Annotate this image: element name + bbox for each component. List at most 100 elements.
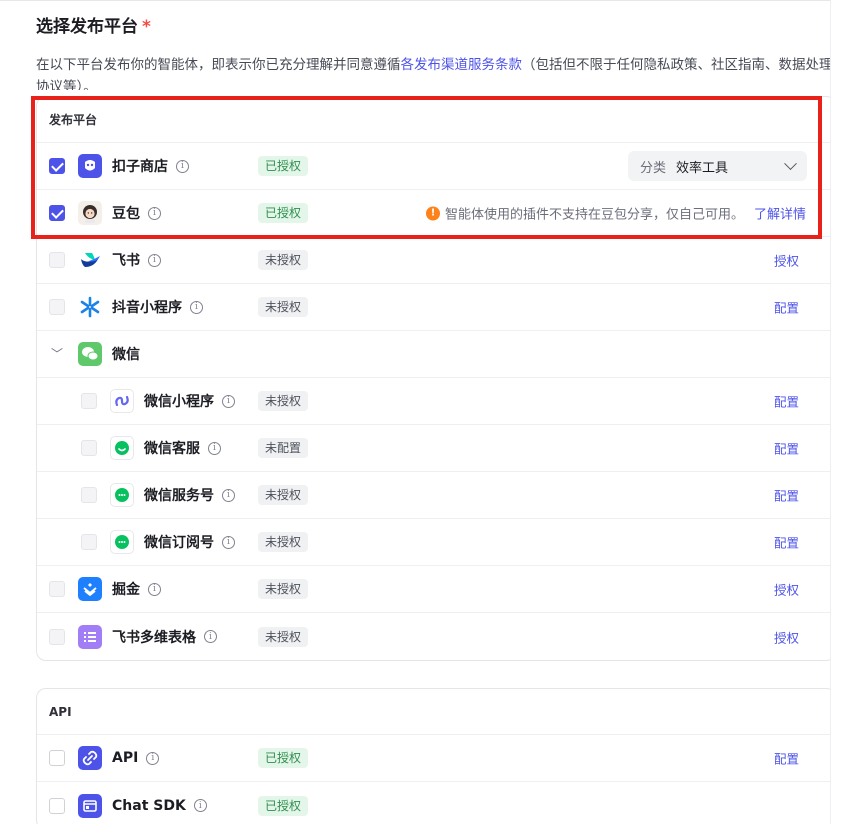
- wechat-subscription-name: 微信订阅号 i: [144, 532, 235, 552]
- configure-button[interactable]: 配置: [774, 486, 799, 505]
- douyin-mini-label: 抖音小程序: [112, 297, 182, 317]
- info-icon[interactable]: i: [176, 160, 189, 173]
- api-label: API: [112, 750, 138, 766]
- api-icon: [78, 746, 102, 770]
- info-icon[interactable]: i: [222, 489, 235, 502]
- api-checkbox[interactable]: [49, 750, 65, 766]
- info-icon[interactable]: i: [208, 442, 221, 455]
- platform-row-kouzi-store: 扣子商店i 已授权 分类 效率工具: [37, 143, 835, 190]
- wechat-mini-name: 微信小程序 i: [144, 391, 235, 411]
- chat-sdk-icon: [78, 794, 102, 818]
- status-badge: 未授权: [258, 250, 308, 270]
- wechat-service-checkbox[interactable]: [81, 487, 97, 503]
- kouzi-store-name: 扣子商店i: [112, 156, 189, 176]
- platform-row-wechat-mini: 微信小程序i 未授权 配置: [37, 378, 835, 425]
- wechat-label: 微信: [112, 344, 140, 364]
- required-mark: *: [142, 17, 151, 37]
- info-icon[interactable]: i: [222, 395, 235, 408]
- terms-description: 在以下平台发布你的智能体，即表示你已充分理解并同意遵循各发布渠道服务条款（包括但…: [36, 54, 836, 90]
- status-badge: 已授权: [258, 748, 308, 768]
- wechat-mini-program-icon: [110, 389, 134, 413]
- platform-row-wechat-subscription: 微信订阅号 i 未授权 配置: [37, 519, 835, 566]
- platform-group-wechat[interactable]: ﹀ 微信: [37, 331, 835, 378]
- wechat-mini-checkbox[interactable]: [81, 393, 97, 409]
- page-title-text: 选择发布平台: [36, 17, 138, 37]
- wechat-kefu-checkbox[interactable]: [81, 440, 97, 456]
- kouzi-store-checkbox[interactable]: [49, 158, 65, 174]
- wechat-service-label: 微信服务号: [144, 485, 214, 505]
- chat-sdk-row: Chat SDK i 已授权: [37, 782, 835, 824]
- platform-row-feishu-bitable: 飞书多维表格i 未授权 授权: [37, 613, 835, 660]
- platform-row-juejin: 掘金 i 未授权 授权: [37, 566, 835, 613]
- wechat-icon: [78, 342, 102, 366]
- info-icon[interactable]: i: [148, 583, 161, 596]
- api-card-header: API: [37, 689, 835, 735]
- juejin-name: 掘金 i: [112, 579, 161, 599]
- configure-button[interactable]: 配置: [774, 533, 799, 552]
- info-icon[interactable]: i: [148, 254, 161, 267]
- configure-button[interactable]: 配置: [774, 749, 799, 768]
- configure-button[interactable]: 配置: [774, 298, 799, 317]
- page-title: 选择发布平台*: [36, 12, 151, 37]
- api-row: API i 已授权 配置: [37, 735, 835, 782]
- authorize-button[interactable]: 授权: [774, 251, 799, 270]
- doubao-warning: ! 智能体使用的插件不支持在豆包分享，仅自己可用。 了解详情: [426, 204, 806, 223]
- platform-row-doubao: 豆包 i 已授权 ! 智能体使用的插件不支持在豆包分享，仅自己可用。 了解详情: [37, 190, 835, 237]
- scrollbar-track[interactable]: [830, 0, 847, 824]
- category-select[interactable]: 分类 效率工具: [628, 151, 807, 181]
- authorize-button[interactable]: 授权: [774, 627, 799, 646]
- chat-sdk-checkbox[interactable]: [49, 798, 65, 814]
- feishu-label: 飞书: [112, 250, 140, 270]
- feishu-icon: [78, 248, 102, 272]
- platform-row-wechat-service: 微信服务号 i 未授权 配置: [37, 472, 835, 519]
- platform-row-wechat-kefu: 微信客服 i 未配置 配置: [37, 425, 835, 472]
- info-icon[interactable]: i: [222, 536, 235, 549]
- status-badge: 已授权: [258, 156, 308, 176]
- chat-sdk-label: Chat SDK: [112, 798, 186, 814]
- status-badge: 未配置: [258, 438, 308, 458]
- status-badge: 已授权: [258, 203, 308, 223]
- status-badge: 未授权: [258, 485, 308, 505]
- chat-sdk-name: Chat SDK i: [112, 798, 207, 814]
- douyin-mini-name: 抖音小程序 i: [112, 297, 203, 317]
- doubao-label: 豆包: [112, 203, 140, 223]
- feishu-name: 飞书 i: [112, 250, 161, 270]
- juejin-label: 掘金: [112, 579, 140, 599]
- info-icon[interactable]: i: [190, 301, 203, 314]
- wechat-service-name: 微信服务号 i: [144, 485, 235, 505]
- douyin-mini-checkbox[interactable]: [49, 299, 65, 315]
- status-badge: 未授权: [258, 297, 308, 317]
- terms-link[interactable]: 各发布渠道服务条款: [401, 57, 523, 73]
- doubao-checkbox[interactable]: [49, 205, 65, 221]
- status-badge: 未授权: [258, 532, 308, 552]
- top-divider: [0, 0, 830, 1]
- juejin-checkbox[interactable]: [49, 581, 65, 597]
- feishu-bitable-label: 飞书多维表格: [112, 627, 196, 647]
- category-value: 效率工具: [676, 157, 786, 176]
- kouzi-store-icon: [78, 154, 102, 178]
- warning-icon: !: [426, 206, 440, 220]
- info-icon[interactable]: i: [146, 752, 159, 765]
- wechat-service-account-icon: [110, 483, 134, 507]
- authorize-button[interactable]: 授权: [774, 580, 799, 599]
- info-icon[interactable]: i: [148, 207, 161, 220]
- wechat-kefu-label: 微信客服: [144, 438, 200, 458]
- wechat-mini-label: 微信小程序: [144, 391, 214, 411]
- learn-more-link[interactable]: 了解详情: [754, 204, 806, 223]
- feishu-bitable-checkbox[interactable]: [49, 629, 65, 645]
- info-icon[interactable]: i: [194, 799, 207, 812]
- chevron-down-icon[interactable]: ﹀: [51, 348, 63, 360]
- status-badge: 未授权: [258, 579, 308, 599]
- wechat-kefu-icon: [110, 436, 134, 460]
- configure-button[interactable]: 配置: [774, 392, 799, 411]
- api-name: API i: [112, 750, 159, 766]
- info-icon[interactable]: i: [204, 630, 217, 643]
- warning-text: 智能体使用的插件不支持在豆包分享，仅自己可用。: [445, 204, 744, 223]
- wechat-subscription-label: 微信订阅号: [144, 532, 214, 552]
- wechat-subscription-checkbox[interactable]: [81, 534, 97, 550]
- wechat-kefu-name: 微信客服 i: [144, 438, 221, 458]
- feishu-checkbox[interactable]: [49, 252, 65, 268]
- configure-button[interactable]: 配置: [774, 439, 799, 458]
- status-badge: 已授权: [258, 796, 308, 816]
- platform-row-douyin-mini: 抖音小程序 i 未授权 配置: [37, 284, 835, 331]
